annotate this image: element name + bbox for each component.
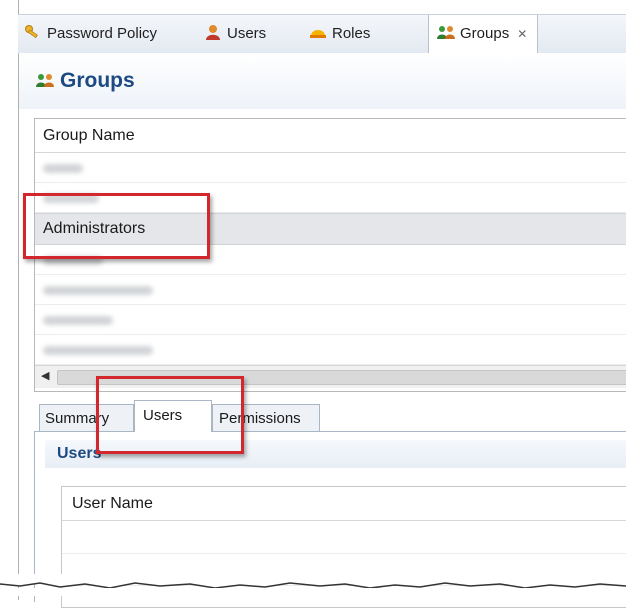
redacted-text	[43, 164, 83, 173]
column-header-user-name[interactable]: User Name	[62, 487, 626, 521]
tab-password-policy[interactable]: Password Policy	[24, 15, 157, 53]
groups-icon	[437, 17, 455, 39]
redacted-text	[43, 286, 153, 295]
table-row[interactable]	[62, 521, 626, 554]
redacted-text	[43, 256, 103, 265]
group-name: Administrators	[43, 220, 146, 237]
page-title-text: Groups	[60, 69, 135, 92]
section-header[interactable]: Users	[45, 440, 626, 468]
user-icon	[204, 17, 222, 40]
table-row[interactable]	[35, 275, 626, 305]
tab-users[interactable]: Users	[204, 15, 266, 53]
torn-edge	[0, 574, 626, 596]
page-header: Groups	[19, 53, 626, 109]
tab-label: Groups	[460, 25, 510, 42]
table-row[interactable]	[35, 335, 626, 365]
role-icon	[309, 17, 327, 38]
section-title: Users	[57, 445, 102, 462]
table-row[interactable]	[35, 153, 626, 183]
page-title: Groups	[36, 69, 135, 93]
tab-label: Users	[227, 25, 267, 42]
scroll-thumb[interactable]	[57, 370, 626, 385]
tab-users-detail[interactable]: Users	[134, 400, 212, 432]
scroll-left-icon[interactable]: ◀	[41, 369, 49, 382]
table-row[interactable]	[35, 183, 626, 213]
tab-label: Roles	[332, 25, 371, 42]
table-row[interactable]	[35, 305, 626, 335]
group-table: Group Name Administrators ◀	[34, 118, 626, 392]
close-icon[interactable]: ✕	[517, 27, 527, 41]
tab-groups[interactable]: Groups ✕	[428, 15, 539, 54]
table-row[interactable]	[35, 245, 626, 275]
editor-tab-strip: Password Policy Users Roles Groups ✕	[18, 14, 626, 54]
tab-roles[interactable]: Roles	[309, 15, 370, 53]
column-header-group-name[interactable]: Group Name	[35, 119, 626, 153]
redacted-text	[43, 194, 99, 203]
detail-tabs: Summary Users Permissions	[34, 400, 626, 432]
table-row-selected[interactable]: Administrators	[35, 213, 626, 245]
tab-label: Password Policy	[47, 25, 158, 42]
redacted-text	[43, 346, 153, 355]
horizontal-scrollbar[interactable]: ◀	[35, 365, 626, 388]
redacted-text	[43, 316, 113, 325]
groups-icon	[36, 70, 54, 87]
tab-summary[interactable]: Summary	[39, 404, 134, 431]
tab-permissions[interactable]: Permissions	[212, 404, 320, 431]
key-icon	[24, 17, 42, 39]
